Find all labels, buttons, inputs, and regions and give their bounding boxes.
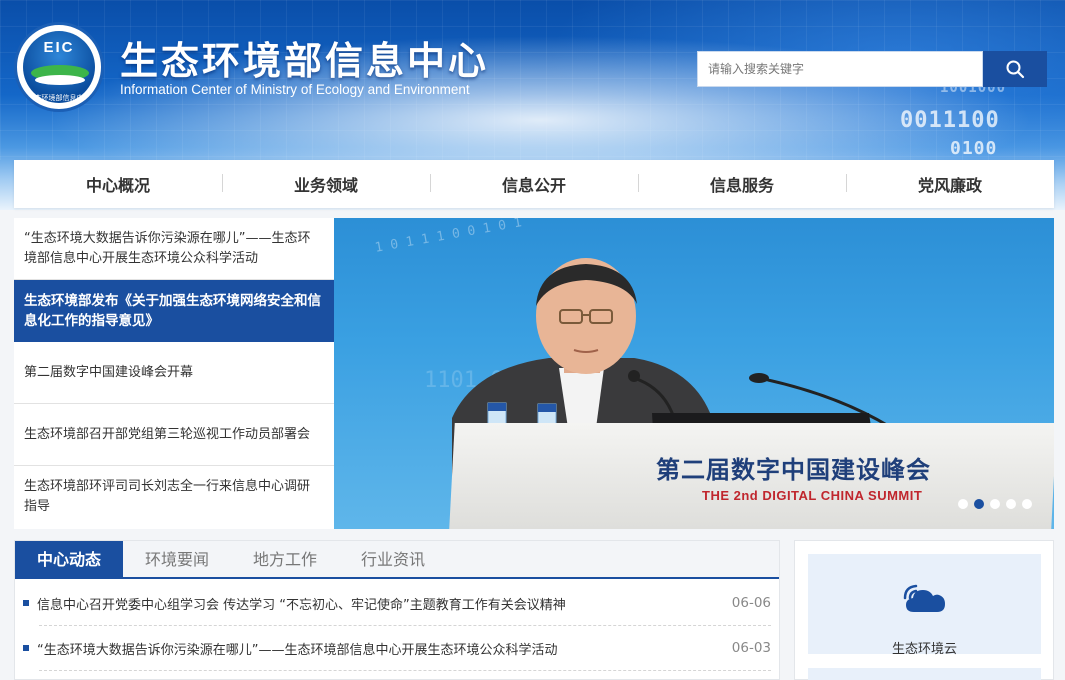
bullet-square-icon xyxy=(23,645,29,651)
cloud-icon xyxy=(903,584,945,612)
logo-ring-text: 生态环境部信息中心 xyxy=(27,94,91,102)
main-nav: 中心概况 业务领域 信息公开 信息服务 党风廉政 xyxy=(14,160,1054,208)
service-panel: 生态环境云 xyxy=(794,540,1054,680)
slider-dot[interactable] xyxy=(958,499,968,509)
logo-wave-white xyxy=(35,75,85,85)
slider-dot[interactable] xyxy=(1022,499,1032,509)
site-subtitle: Information Center of Ministry of Ecolog… xyxy=(120,82,470,97)
slider-dot[interactable] xyxy=(990,499,1000,509)
slider-dot[interactable] xyxy=(1006,499,1016,509)
headline-item[interactable]: “生态环境大数据告诉你污染源在哪儿”——生态环境部信息中心开展生态环境公众科学活… xyxy=(14,218,334,280)
tab-environment-news[interactable]: 环境要闻 xyxy=(123,541,231,577)
headline-list: “生态环境大数据告诉你污染源在哪儿”——生态环境部信息中心开展生态环境公众科学活… xyxy=(14,218,334,529)
news-date: 06-03 xyxy=(731,640,771,656)
search-icon xyxy=(1006,60,1025,79)
site-title: 生态环境部信息中心 xyxy=(120,39,490,83)
headline-item[interactable]: 第二届数字中国建设峰会开幕 xyxy=(14,342,334,404)
news-list-item[interactable]: 信息中心召开党委中心组学习会 传达学习 “不忘初心、牢记使命”主题教育工作有关会… xyxy=(23,580,771,626)
nav-item-services[interactable]: 信息服务 xyxy=(638,172,846,196)
news-divider xyxy=(39,670,771,671)
news-list-item[interactable]: “生态环境大数据告诉你污染源在哪儿”——生态环境部信息中心开展生态环境公众科学活… xyxy=(23,625,771,671)
podium-subtitle: THE 2nd DIGITAL CHINA SUMMIT xyxy=(702,488,923,503)
slider-pagination xyxy=(958,499,1032,509)
eco-cloud-card[interactable]: 生态环境云 xyxy=(808,554,1041,657)
site-logo[interactable]: EIC 生态环境部信息中心 xyxy=(14,22,104,112)
news-title: 信息中心召开党委中心组学习会 传达学习 “不忘初心、牢记使命”主题教育工作有关会… xyxy=(37,597,566,613)
news-tabs: 中心动态 环境要闻 地方工作 行业资讯 xyxy=(15,541,779,579)
search-bar xyxy=(697,51,1047,87)
nav-item-disclosure[interactable]: 信息公开 xyxy=(430,172,638,196)
headline-item[interactable]: 生态环境部环评司司长刘志全一行来信息中心调研指导 xyxy=(14,466,334,528)
headline-item-active[interactable]: 生态环境部发布《关于加强生态环境网络安全和信息化工作的指导意见》 xyxy=(14,280,334,342)
headline-item[interactable]: 生态环境部召开部党组第三轮巡视工作动员部署会 xyxy=(14,404,334,466)
news-panel: 中心动态 环境要闻 地方工作 行业资讯 信息中心召开党委中心组学习会 传达学习 … xyxy=(14,540,780,680)
search-button[interactable] xyxy=(983,51,1047,87)
tab-industry-info[interactable]: 行业资讯 xyxy=(339,541,447,577)
news-title: “生态环境大数据告诉你污染源在哪儿”——生态环境部信息中心开展生态环境公众科学活… xyxy=(37,642,558,658)
bullet-square-icon xyxy=(23,600,29,606)
nav-item-integrity[interactable]: 党风廉政 xyxy=(846,172,1054,196)
tab-center-news[interactable]: 中心动态 xyxy=(15,541,123,577)
tab-local-work[interactable]: 地方工作 xyxy=(231,541,339,577)
nav-item-business[interactable]: 业务领域 xyxy=(222,172,430,196)
logo-text: EIC xyxy=(43,39,75,56)
header-digits-decor: 0011100 xyxy=(900,108,1000,133)
search-input[interactable] xyxy=(697,51,983,87)
nav-item-overview[interactable]: 中心概况 xyxy=(14,172,222,196)
eco-cloud-label: 生态环境云 xyxy=(891,642,957,657)
news-slider[interactable]: 1 0 1 1 1 0 0 1 0 1 1101 0110 1011 第二届数字… xyxy=(334,218,1054,529)
slider-dot-active[interactable] xyxy=(974,499,984,509)
news-date: 06-06 xyxy=(731,595,771,611)
service-card-next[interactable] xyxy=(808,668,1041,680)
podium-title: 第二届数字中国建设峰会 xyxy=(656,455,931,484)
